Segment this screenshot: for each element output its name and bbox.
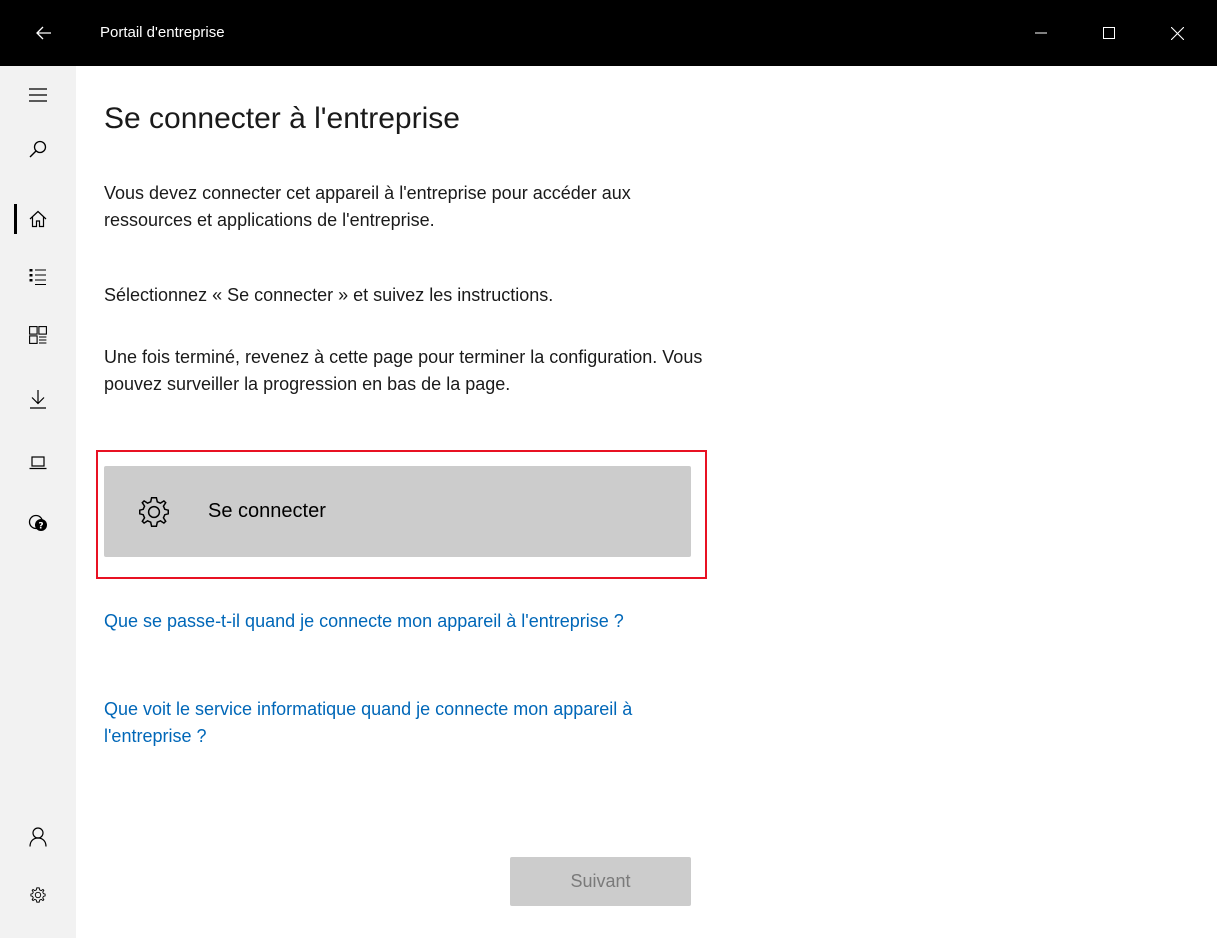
next-button[interactable]: Suivant xyxy=(510,857,691,906)
back-arrow-icon xyxy=(36,26,51,40)
minimize-icon xyxy=(1035,32,1047,34)
sidebar-item-devices[interactable] xyxy=(0,434,76,492)
connect-button-label: Se connecter xyxy=(208,500,326,522)
minimize-button[interactable] xyxy=(1007,0,1075,66)
close-icon xyxy=(1170,26,1184,40)
what-happens-link[interactable]: Que se passe-t-il quand je connecte mon … xyxy=(104,608,724,635)
sidebar-item-home[interactable] xyxy=(0,190,76,248)
maximize-button[interactable] xyxy=(1075,0,1143,66)
page-title: Se connecter à l'entreprise xyxy=(104,102,460,135)
navigation-sidebar: ? xyxy=(0,66,76,938)
connect-button[interactable]: Se connecter xyxy=(104,466,691,557)
gear-icon xyxy=(134,492,174,532)
what-it-sees-link[interactable]: Que voit le service informatique quand j… xyxy=(104,696,724,750)
sidebar-menu-button[interactable] xyxy=(0,66,76,124)
instruction-paragraph: Sélectionnez « Se connecter » et suivez … xyxy=(104,285,554,305)
home-icon xyxy=(29,210,47,228)
download-icon xyxy=(30,390,46,409)
apps-grid-icon xyxy=(29,326,47,344)
maximize-icon xyxy=(1103,27,1115,39)
sidebar-item-help[interactable]: ? xyxy=(0,494,76,552)
close-button[interactable] xyxy=(1143,0,1211,66)
progress-paragraph: Une fois terminé, revenez à cette page p… xyxy=(104,347,703,394)
intro-paragraph: Vous devez connecter cet appareil à l'en… xyxy=(104,183,631,230)
search-icon xyxy=(29,140,47,158)
window-title: Portail d'entreprise xyxy=(100,24,225,41)
settings-gear-icon xyxy=(30,887,46,903)
laptop-icon xyxy=(29,456,47,470)
sidebar-item-account[interactable] xyxy=(0,808,76,866)
sidebar-item-categories[interactable] xyxy=(0,306,76,364)
account-icon xyxy=(29,827,47,847)
sidebar-item-apps-list[interactable] xyxy=(0,248,76,306)
sidebar-item-search[interactable] xyxy=(0,120,76,178)
hamburger-menu-icon xyxy=(29,88,47,102)
back-button[interactable] xyxy=(0,0,88,66)
sidebar-item-settings[interactable] xyxy=(0,866,76,924)
svg-text:?: ? xyxy=(38,522,43,532)
help-chat-icon: ? xyxy=(28,514,47,532)
title-bar: Portail d'entreprise xyxy=(0,0,1217,66)
sidebar-item-downloads[interactable] xyxy=(0,370,76,428)
list-icon xyxy=(29,269,46,286)
